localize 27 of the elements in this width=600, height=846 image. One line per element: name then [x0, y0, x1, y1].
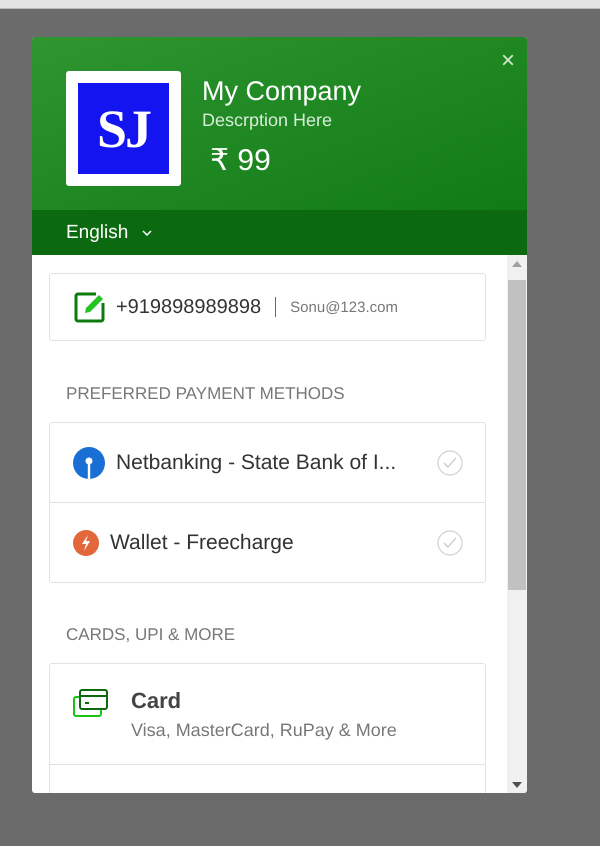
edit-icon[interactable] [74, 291, 106, 323]
bank-logo-icon [73, 446, 105, 478]
chevron-down-icon [142, 230, 152, 236]
close-button[interactable]: × [496, 47, 519, 75]
payment-method-label: Wallet - Freecharge [110, 530, 295, 554]
phone-number: +919898989898 [116, 296, 262, 318]
payment-method-row[interactable]: Wallet - Freecharge [50, 502, 485, 582]
contact-card[interactable]: +919898989898 Sonu@123.com [49, 273, 486, 341]
option-title: Card [131, 688, 182, 714]
option-subtitle: Visa, MasterCard, RuPay & More [131, 720, 397, 741]
scroll-down-icon[interactable] [512, 782, 522, 788]
card-icon [73, 688, 109, 718]
wallet-logo-icon [73, 530, 99, 556]
company-logo: SJ [78, 83, 169, 174]
language-selector[interactable]: English [66, 222, 152, 244]
section-heading: PREFERRED PAYMENT METHODS [66, 384, 346, 404]
section-heading: CARDS, UPI & MORE [66, 625, 236, 645]
amount: ₹ 99 [210, 143, 272, 178]
company-name: My Company [202, 75, 362, 108]
email-address: Sonu@123.com [290, 298, 398, 316]
scrollbar[interactable] [507, 255, 527, 793]
payment-option-row[interactable]: Card Visa, MasterCard, RuPay & More [50, 664, 485, 764]
scroll-thumb[interactable] [508, 280, 526, 590]
payment-method-label: Netbanking - State Bank of I... [116, 450, 398, 474]
scroll-up-icon[interactable] [512, 260, 522, 266]
payment-method-row[interactable]: Netbanking - State Bank of I... [50, 423, 485, 502]
company-description: Descrption Here [202, 109, 334, 131]
